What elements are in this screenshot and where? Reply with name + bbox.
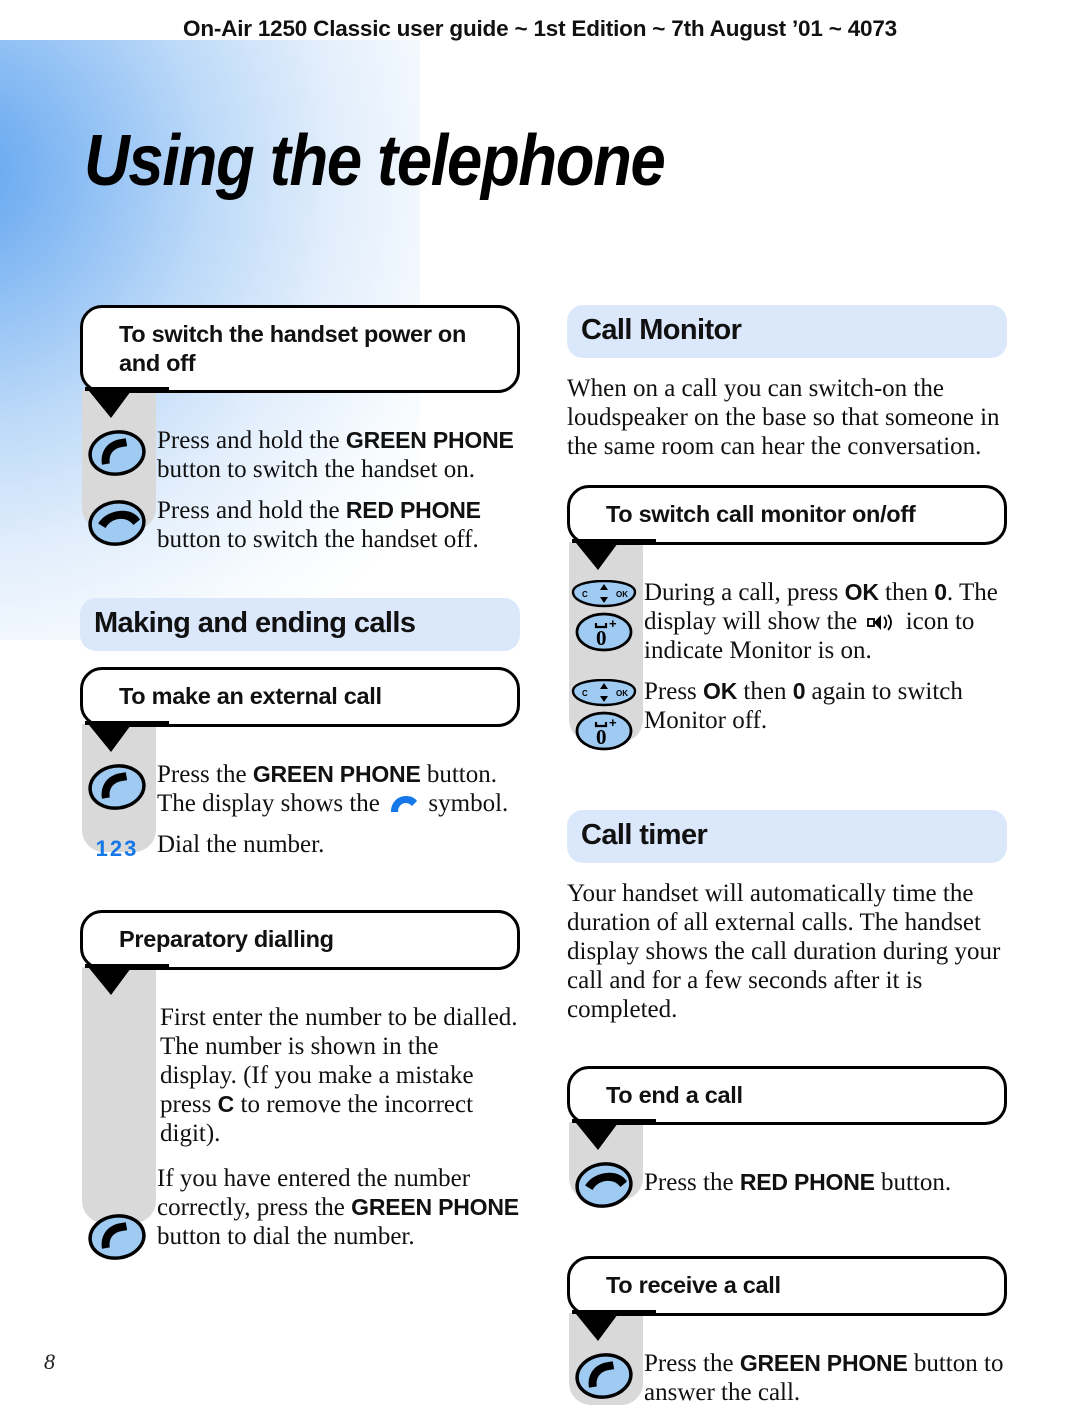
instruction-row: Press the GREEN PHONE button to answer t… xyxy=(567,1349,1007,1407)
svg-text:C: C xyxy=(582,590,588,599)
icon-cell xyxy=(80,426,154,478)
icon-cell xyxy=(80,1164,154,1262)
section-receive-a-call: To receive a call Press the GREEN PHONE … xyxy=(567,1256,1007,1407)
green-phone-key-icon xyxy=(575,1353,633,1399)
bubble-tail-icon xyxy=(85,963,169,995)
key-name-zero: 0 xyxy=(792,677,806,704)
pill-heading-making-ending: Making and ending calls xyxy=(80,598,520,652)
instruction-text: During a call, press OK then 0. The disp… xyxy=(644,578,998,664)
paragraph-call-timer-intro: Your handset will automatically time the… xyxy=(567,879,1001,1023)
bubble-tail-icon xyxy=(572,1309,656,1341)
nav-c-ok-key-icon: C OK xyxy=(571,678,637,706)
svg-text:OK: OK xyxy=(616,689,628,698)
block-preparatory-dialling: First enter the number to be dialled. Th… xyxy=(80,966,520,1262)
svg-text:+: + xyxy=(609,715,617,730)
instruction-text: If you have entered the number correctly… xyxy=(157,1164,519,1250)
section-handset-power: To switch the handset power on and off P… xyxy=(80,305,520,554)
zero-key-icon: + 0 xyxy=(575,711,633,751)
bubble-heading-label: To switch the handset power on and off xyxy=(119,321,467,376)
blue-handset-icon xyxy=(391,795,418,812)
svg-text:+: + xyxy=(609,616,617,631)
instruction-row: If you have entered the number correctly… xyxy=(80,1164,520,1262)
page-number: 8 xyxy=(44,1349,55,1374)
key-name-green-phone: GREEN PHONE xyxy=(345,427,514,454)
section-making-and-ending-calls: Making and ending calls To make an exter… xyxy=(80,598,520,1261)
block-switch-call-monitor: C OK + 0 During a call, press OK then 0.… xyxy=(567,541,1007,752)
key-name-red-phone: RED PHONE xyxy=(739,1169,875,1196)
pill-heading-call-timer: Call timer xyxy=(567,809,1007,863)
bubble-heading-end-a-call: To end a call xyxy=(567,1065,1007,1151)
red-phone-key-icon xyxy=(575,1162,633,1209)
key-name-c: C xyxy=(217,1090,235,1117)
bubble-heading-handset-power: To switch the handset power on and off xyxy=(80,305,520,419)
icon-cell xyxy=(80,496,154,548)
bubble-heading-switch-call-monitor: To switch call monitor on/off xyxy=(567,485,1007,570)
key-name-green-phone: GREEN PHONE xyxy=(252,760,421,787)
bubble-heading-external-call: To make an external call xyxy=(80,667,520,752)
icon-cell xyxy=(567,1349,641,1401)
section-end-a-call: To end a call Press the RED PHONE button… xyxy=(567,1065,1007,1211)
svg-text:OK: OK xyxy=(616,590,628,599)
instruction-text: Press the RED PHONE button. xyxy=(644,1169,952,1197)
instruction-row: C OK + 0 During a call, press OK then 0.… xyxy=(567,578,1007,665)
zero-key-icon: + 0 xyxy=(575,612,633,652)
instruction-row: Press and hold the RED PHONE button to s… xyxy=(80,496,520,554)
instruction-row: Press the GREEN PHONE button. The displa… xyxy=(80,760,520,818)
instruction-row: Press and hold the GREEN PHONE button to… xyxy=(80,426,520,484)
key-name-ok: OK xyxy=(844,578,879,605)
pill-heading-call-monitor: Call Monitor xyxy=(567,305,1007,358)
instruction-text: Dial the number. xyxy=(157,830,325,858)
instruction-row: C OK + 0 Press OK then 0 again to switch… xyxy=(567,677,1007,752)
bubble-tail-icon xyxy=(85,387,169,419)
icon-cell: C OK + 0 xyxy=(567,578,641,653)
running-header: On-Air 1250 Classic user guide ~ 1st Edi… xyxy=(183,16,897,41)
icon-cell xyxy=(80,760,154,812)
bubble-heading-preparatory-dialling: Preparatory dialling xyxy=(80,909,520,995)
digits-123-icon: 123 xyxy=(95,835,139,861)
key-name-red-phone: RED PHONE xyxy=(345,497,481,524)
instruction-text: Press and hold the GREEN PHONE button to… xyxy=(157,427,514,484)
bubble-tail-icon xyxy=(572,1119,656,1151)
svg-text:0: 0 xyxy=(596,626,607,650)
left-column: To switch the handset power on and off P… xyxy=(80,305,520,1262)
instruction-row: Press the RED PHONE button. xyxy=(567,1158,1007,1210)
manual-page: On-Air 1250 Classic user guide ~ 1st Edi… xyxy=(0,0,1080,1421)
svg-text:0: 0 xyxy=(596,725,607,749)
key-name-green-phone: GREEN PHONE xyxy=(351,1193,519,1220)
bubble-heading-receive-a-call: To receive a call xyxy=(567,1256,1007,1341)
loudspeaker-icon xyxy=(867,614,893,631)
right-column: Call Monitor When on a call you can swit… xyxy=(567,305,1007,1407)
bubble-tail-icon xyxy=(85,720,169,752)
instruction-text: Press OK then 0 again to switch Monitor … xyxy=(644,677,963,734)
bubble-tail-icon xyxy=(572,538,656,570)
key-name-green-phone: GREEN PHONE xyxy=(739,1349,908,1376)
nav-c-ok-key-icon: C OK xyxy=(571,579,637,607)
bubble-heading-label: Preparatory dialling xyxy=(119,925,334,952)
icon-cell xyxy=(567,1158,641,1210)
instruction-row: 123 Dial the number. xyxy=(80,830,520,862)
instruction-text: Press the GREEN PHONE button to answer t… xyxy=(644,1349,1004,1406)
page-title: Using the telephone xyxy=(84,121,666,201)
green-phone-key-icon xyxy=(88,764,146,810)
section-call-timer: Call timer Your handset will automatical… xyxy=(567,809,1007,1024)
svg-text:C: C xyxy=(582,689,588,698)
key-name-ok: OK xyxy=(703,677,738,704)
red-phone-key-icon xyxy=(88,500,146,547)
paragraph-call-monitor-intro: When on a call you can switch-on the lou… xyxy=(567,375,1000,460)
bubble-heading-label: To receive a call xyxy=(606,1272,781,1299)
instruction-text: Press and hold the RED PHONE button to s… xyxy=(157,497,481,554)
paragraph-preparatory: First enter the number to be dialled. Th… xyxy=(160,1003,518,1147)
bubble-heading-label: To end a call xyxy=(606,1081,743,1108)
bubble-heading-label: To switch call monitor on/off xyxy=(606,501,916,527)
green-phone-key-icon xyxy=(88,1213,146,1260)
green-phone-key-icon xyxy=(88,430,146,477)
icon-cell: C OK + 0 xyxy=(567,677,641,752)
bubble-heading-label: To make an external call xyxy=(119,683,382,710)
instruction-text: Press the GREEN PHONE button. The displa… xyxy=(157,760,509,817)
icon-cell: 123 xyxy=(80,830,154,862)
key-name-zero: 0 xyxy=(934,578,947,605)
section-call-monitor: Call Monitor When on a call you can swit… xyxy=(567,305,1007,752)
